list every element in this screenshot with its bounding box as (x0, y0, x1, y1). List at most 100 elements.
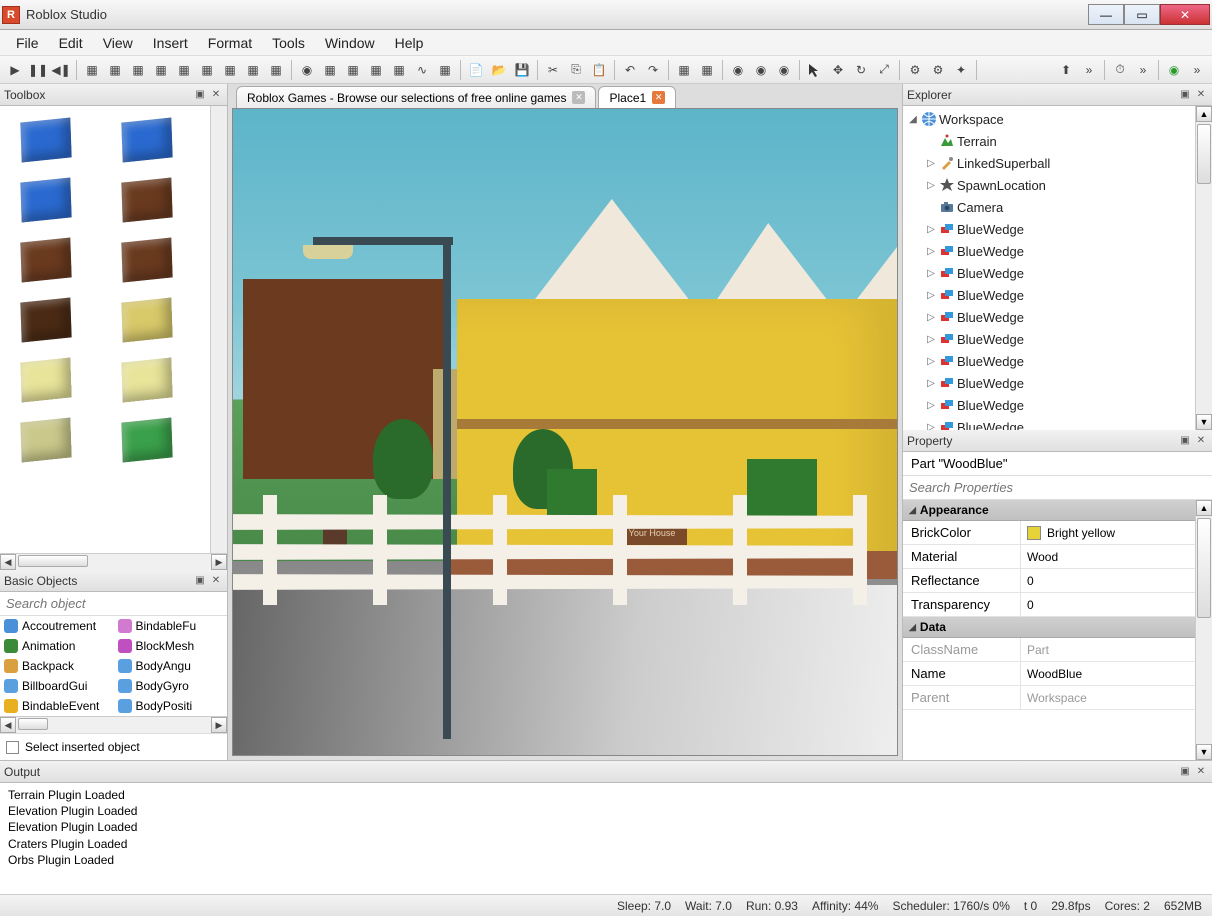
tree-row[interactable]: ▷BlueWedge (903, 416, 1195, 430)
toolbar-icon[interactable]: ▦ (365, 59, 387, 81)
scale-icon[interactable]: ⤢ (873, 59, 895, 81)
tree-row[interactable]: ▷BlueWedge (903, 394, 1195, 416)
toolbar-icon[interactable]: ▦ (342, 59, 364, 81)
redo-icon[interactable]: ↷ (642, 59, 664, 81)
play-icon[interactable]: ▶ (4, 59, 26, 81)
tree-row[interactable]: Terrain (903, 130, 1195, 152)
toolbar-icon[interactable]: ∿ (411, 59, 433, 81)
tab-close-icon[interactable]: ✕ (572, 91, 585, 104)
popout-icon[interactable]: ▣ (1178, 765, 1192, 779)
expand-icon[interactable]: ▷ (925, 224, 937, 235)
tab-roblox-games[interactable]: Roblox Games - Browse our selections of … (236, 86, 596, 108)
new-icon[interactable]: 📄 (465, 59, 487, 81)
menu-tools[interactable]: Tools (262, 31, 315, 55)
basic-search-input[interactable] (0, 592, 227, 616)
expand-icon[interactable]: ▷ (925, 422, 937, 431)
property-row[interactable]: Transparency0 (903, 593, 1195, 617)
paste-icon[interactable]: 📋 (588, 59, 610, 81)
expand-icon[interactable]: ▷ (925, 158, 937, 169)
scroll-left-icon[interactable]: ◀ (0, 717, 16, 733)
basic-object-item[interactable]: BodyAngu (114, 656, 228, 676)
minimize-button[interactable]: — (1088, 4, 1124, 25)
scroll-thumb[interactable] (18, 555, 88, 567)
tree-row[interactable]: ▷SpawnLocation (903, 174, 1195, 196)
basic-object-item[interactable]: Accoutrement (0, 616, 114, 636)
toolbox-item[interactable] (107, 412, 187, 468)
toolbox-hscroll[interactable]: ◀ ▶ (0, 553, 227, 570)
undo-icon[interactable]: ↶ (619, 59, 641, 81)
close-icon[interactable]: ✕ (1194, 765, 1208, 779)
toolbar-icon[interactable]: ◉ (750, 59, 772, 81)
popout-icon[interactable]: ▣ (1178, 88, 1192, 102)
property-row[interactable]: Reflectance0 (903, 569, 1195, 593)
scroll-thumb[interactable] (1197, 518, 1211, 618)
open-icon[interactable]: 📂 (488, 59, 510, 81)
property-value[interactable]: Bright yellow (1021, 521, 1195, 544)
tree-row[interactable]: ▷BlueWedge (903, 372, 1195, 394)
property-value[interactable]: 0 (1021, 569, 1195, 592)
toolbar-icon[interactable]: ◉ (727, 59, 749, 81)
toolbar-icon[interactable]: ▦ (434, 59, 456, 81)
viewport-3d[interactable]: Your House (232, 108, 898, 756)
toolbox-item[interactable] (107, 172, 187, 228)
property-row[interactable]: NameWoodBlue (903, 662, 1195, 686)
basic-object-item[interactable]: BlockMesh (114, 636, 228, 656)
select-inserted-checkbox[interactable] (6, 741, 19, 754)
toolbar-icon[interactable]: ▦ (127, 59, 149, 81)
property-value[interactable]: 0 (1021, 593, 1195, 616)
menu-file[interactable]: File (6, 31, 49, 55)
toolbox-item[interactable] (6, 112, 86, 168)
tree-row[interactable]: ▷LinkedSuperball (903, 152, 1195, 174)
toolbar-icon[interactable]: ⚙ (927, 59, 949, 81)
tree-row[interactable]: ▷BlueWedge (903, 350, 1195, 372)
close-icon[interactable]: ✕ (1194, 88, 1208, 102)
expand-icon[interactable]: ▷ (925, 268, 937, 279)
collapse-icon[interactable]: ◢ (907, 114, 919, 125)
tree-row[interactable]: ▷BlueWedge (903, 284, 1195, 306)
toolbar-icon[interactable]: ✦ (950, 59, 972, 81)
expand-icon[interactable]: ▷ (925, 290, 937, 301)
cut-icon[interactable]: ✂ (542, 59, 564, 81)
toolbar-icon[interactable]: ▦ (81, 59, 103, 81)
toolbar-icon[interactable]: ⏱ (1109, 59, 1131, 81)
menu-help[interactable]: Help (385, 31, 434, 55)
property-value[interactable]: WoodBlue (1021, 662, 1195, 685)
scroll-left-icon[interactable]: ◀ (0, 554, 16, 570)
toolbar-icon[interactable]: ◉ (773, 59, 795, 81)
toolbar-icon[interactable]: ▦ (319, 59, 341, 81)
toolbox-item[interactable] (107, 352, 187, 408)
dropdown-icon[interactable]: » (1078, 59, 1100, 81)
basic-object-item[interactable]: Animation (0, 636, 114, 656)
toolbar-icon[interactable]: ▦ (388, 59, 410, 81)
menu-view[interactable]: View (93, 31, 143, 55)
rotate-icon[interactable]: ↻ (850, 59, 872, 81)
explorer-scrollbar[interactable]: ▲ ▼ (1195, 106, 1212, 430)
collapse-icon[interactable]: ◢ (909, 505, 916, 516)
toolbar-icon[interactable]: ⚙ (904, 59, 926, 81)
menu-window[interactable]: Window (315, 31, 385, 55)
toolbar-icon[interactable]: ▦ (219, 59, 241, 81)
step-back-icon[interactable]: ◀❚ (50, 59, 72, 81)
scroll-thumb[interactable] (1197, 124, 1211, 184)
basic-object-item[interactable]: BindableFu (114, 616, 228, 636)
collapse-icon[interactable]: ◢ (909, 622, 916, 633)
toolbox-item[interactable] (107, 112, 187, 168)
basic-hscroll[interactable]: ◀ ▶ (0, 716, 227, 733)
property-row[interactable]: MaterialWood (903, 545, 1195, 569)
menu-insert[interactable]: Insert (143, 31, 198, 55)
property-row[interactable]: BrickColorBright yellow (903, 521, 1195, 545)
toolbox-item[interactable] (6, 232, 86, 288)
toolbar-icon[interactable]: ▦ (696, 59, 718, 81)
popout-icon[interactable]: ▣ (193, 88, 207, 102)
close-icon[interactable]: ✕ (209, 574, 223, 588)
toolbox-scrollbar[interactable] (210, 106, 227, 553)
tree-row[interactable]: ▷BlueWedge (903, 218, 1195, 240)
property-scrollbar[interactable]: ▲ ▼ (1195, 500, 1212, 760)
expand-icon[interactable]: ▷ (925, 334, 937, 345)
toolbar-icon[interactable]: ◉ (296, 59, 318, 81)
property-row[interactable]: ClassNamePart (903, 638, 1195, 662)
toolbar-icon[interactable]: ▦ (104, 59, 126, 81)
tree-row[interactable]: ▷BlueWedge (903, 328, 1195, 350)
toolbox-item[interactable] (6, 292, 86, 348)
scroll-right-icon[interactable]: ▶ (211, 554, 227, 570)
